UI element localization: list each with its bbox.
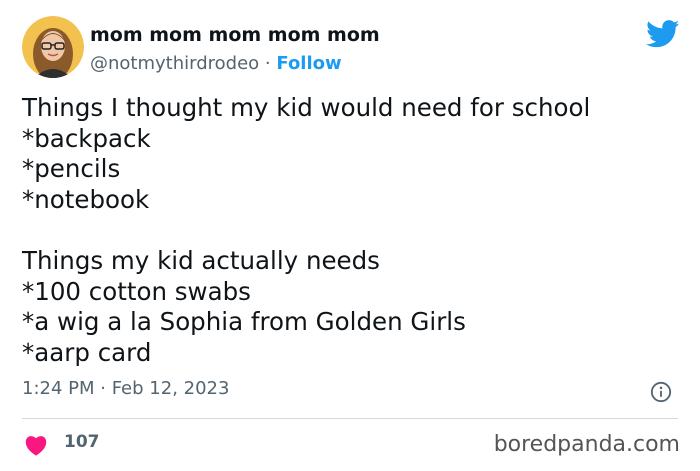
info-icon[interactable] <box>650 381 672 403</box>
tweet-line: *aarp card <box>22 337 152 367</box>
tweet-header: mom mom mom mom mom @notmythirdrodeo · F… <box>22 16 680 80</box>
divider <box>22 418 678 419</box>
author-handle[interactable]: @notmythirdrodeo <box>90 53 259 74</box>
tweet-line: *a wig a la Sophia from Golden Girls <box>22 307 466 336</box>
separator-dot: · <box>264 53 271 74</box>
tweet-line: *notebook <box>22 184 150 214</box>
tweet-body: Things I thought my kid would need for s… <box>22 93 682 368</box>
like-count: 107 <box>64 432 100 452</box>
author-display-name[interactable]: mom mom mom mom mom <box>90 23 380 47</box>
author-info: mom mom mom mom mom @notmythirdrodeo · F… <box>90 23 380 77</box>
twitter-bird-icon[interactable] <box>646 20 680 48</box>
tweet-line: *backpack <box>22 123 151 153</box>
tweet-timestamp[interactable]: 1:24 PM · Feb 12, 2023 <box>22 378 229 399</box>
heart-icon[interactable] <box>24 434 48 456</box>
handle-row: @notmythirdrodeo · Follow <box>90 51 380 77</box>
tweet-line: *100 cotton swabs <box>22 276 251 306</box>
tweet-line: Things I thought my kid would need for s… <box>22 93 591 122</box>
follow-button[interactable]: Follow <box>276 53 341 74</box>
avatar[interactable] <box>22 16 84 78</box>
watermark: boredpanda.com <box>493 432 680 457</box>
tweet-line: *pencils <box>22 154 121 183</box>
tweet-line: Things my kid actually needs <box>22 246 380 275</box>
